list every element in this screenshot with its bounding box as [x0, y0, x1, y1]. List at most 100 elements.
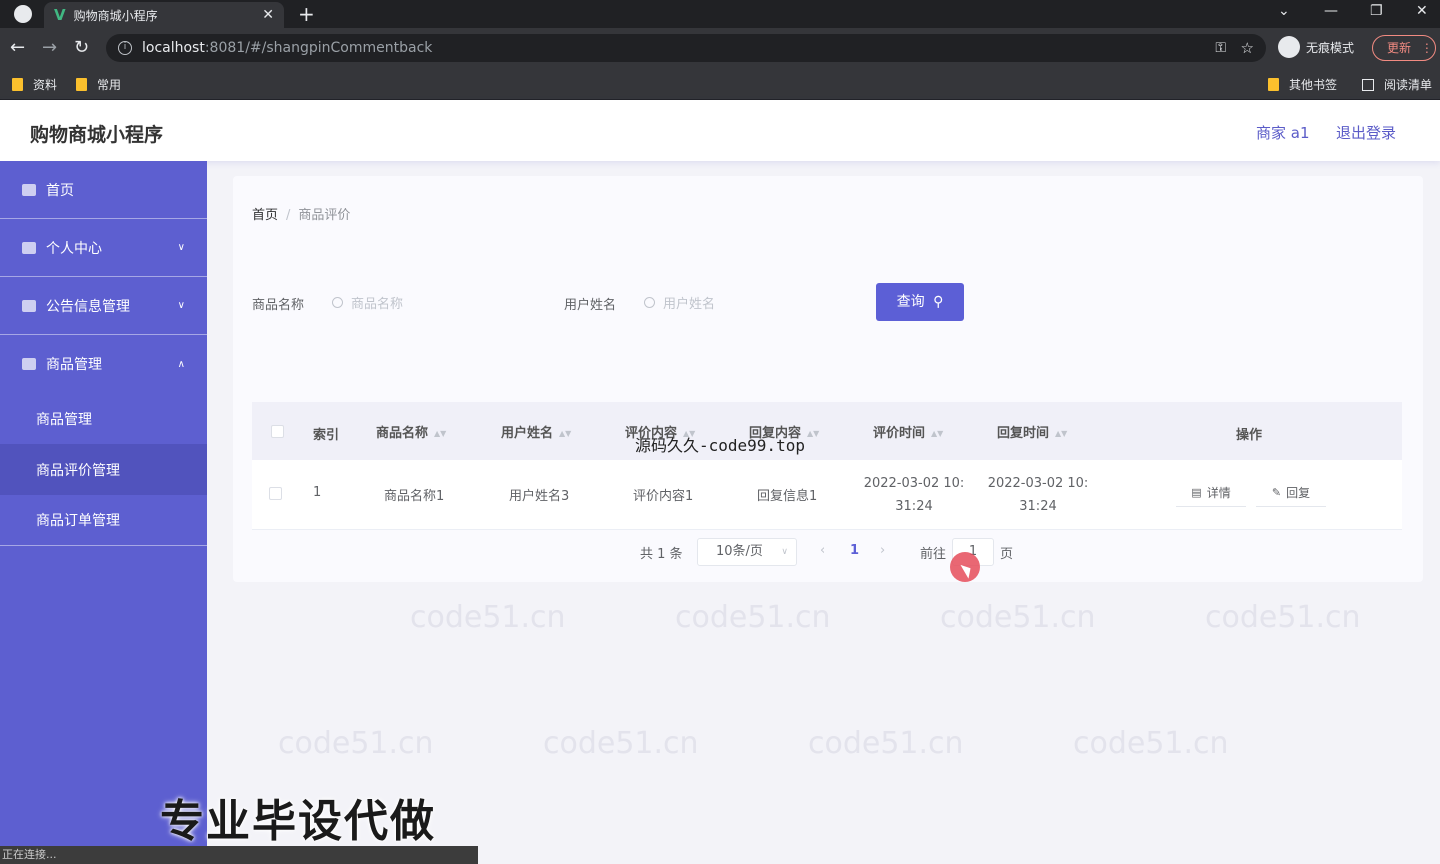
restore-icon[interactable]: ❐ [1370, 3, 1383, 19]
bookmark-label: 常用 [97, 78, 122, 92]
incognito-icon [1278, 36, 1300, 58]
prev-page-button[interactable]: ‹ [820, 543, 825, 558]
reload-icon[interactable]: ↻ [74, 37, 89, 58]
breadcrumb-current: 商品评价 [298, 208, 351, 223]
sidebar-item-notice[interactable]: 公告信息管理 ∨ [0, 277, 207, 335]
sort-icon: ▲▼ [931, 429, 944, 438]
bookmarks-bar: 资料 常用 其他书签 阅读清单 [0, 68, 1440, 100]
watermark: code51.cn [278, 726, 434, 761]
page-number-1[interactable]: 1 [850, 543, 859, 558]
incognito-indicator[interactable]: 无痕模式 [1278, 36, 1354, 58]
document-icon: ▤ [1191, 486, 1202, 499]
bookmark-star-icon[interactable]: ☆ [1241, 39, 1254, 57]
time-line: 2022-03-02 10: [863, 476, 965, 491]
breadcrumb: 首页 / 商品评价 [252, 204, 350, 223]
forward-icon[interactable]: → [42, 37, 57, 58]
menu-dots-icon: ⋮ [1420, 41, 1433, 55]
product-name-input[interactable]: 商品名称 [332, 290, 532, 314]
address-bar: ← → ↻ i localhost :8081/#/shangpinCommen… [0, 28, 1440, 68]
sidebar-subitem-comment-manage[interactable]: 商品评价管理 [0, 444, 207, 495]
sidebar-item-label: 公告信息管理 [46, 298, 130, 315]
sidebar: 首页 个人中心 ∨ 公告信息管理 ∨ 商品管理 ∧ 商品管理 商品评价管理 商品… [0, 161, 207, 864]
bookmark-folder-常用[interactable]: 常用 [76, 76, 121, 93]
col-reply-time[interactable]: 回复时间 ▲▼ [997, 422, 1067, 441]
browser-icon [14, 5, 32, 23]
sort-icon: ▲▼ [1055, 429, 1068, 438]
time-line: 31:24 [1019, 499, 1057, 514]
sidebar-item-label: 首页 [46, 182, 74, 199]
bookmark-other[interactable]: 其他书签 [1268, 76, 1337, 93]
page-unit-label: 页 [1000, 547, 1014, 562]
watermark: code51.cn [410, 600, 566, 635]
list-icon [22, 358, 36, 370]
user-name-placeholder: 用户姓名 [663, 296, 716, 312]
row-checkbox[interactable] [269, 487, 282, 500]
product-name-label: 商品名称 [252, 298, 305, 313]
page-size-select[interactable]: 10条/页 ∨ [697, 538, 797, 566]
logout-link[interactable]: 退出登录 [1336, 122, 1396, 143]
cell-comment: 评价内容1 [633, 489, 694, 504]
next-page-button[interactable]: › [880, 543, 885, 558]
browser-tab[interactable]: V 购物商城小程序 ✕ [44, 2, 284, 28]
detail-button[interactable]: ▤ 详情 [1176, 479, 1246, 507]
incognito-label: 无痕模式 [1306, 40, 1355, 55]
edit-icon: ✎ [1271, 486, 1282, 499]
url-path: :8081/#/shangpinCommentback [204, 40, 433, 56]
chevron-down-icon: ∨ [177, 300, 185, 311]
bookmark-label: 阅读清单 [1384, 78, 1433, 92]
folder-icon [12, 78, 23, 91]
update-label: 更新 [1387, 41, 1412, 55]
bookmark-folder-资料[interactable]: 资料 [12, 76, 57, 93]
site-info-icon[interactable]: i [118, 41, 132, 55]
sort-icon: ▲▼ [434, 429, 447, 438]
reading-list[interactable]: 阅读清单 [1362, 76, 1432, 93]
pagination-total: 共 1 条 [640, 547, 683, 562]
watermark: code51.cn [1205, 600, 1361, 635]
user-name-input[interactable]: 用户姓名 [644, 290, 844, 314]
url-input[interactable]: i localhost :8081/#/shangpinCommentback … [106, 34, 1266, 62]
search-icon [644, 296, 655, 308]
sidebar-subitem-order-manage[interactable]: 商品订单管理 [0, 495, 207, 546]
back-icon[interactable]: ← [10, 37, 25, 58]
chevron-down-icon: ∨ [177, 242, 185, 253]
col-label: 评价时间 [873, 426, 926, 441]
sidebar-subitem-product-manage[interactable]: 商品管理 [0, 393, 207, 444]
sort-icon: ▲▼ [559, 429, 572, 438]
col-comment-time[interactable]: 评价时间 ▲▼ [873, 422, 943, 441]
update-button[interactable]: 更新 ⋮ [1372, 35, 1436, 61]
reading-list-icon [1362, 78, 1374, 91]
tab-search-icon[interactable]: ⌄ [1278, 3, 1290, 19]
col-actions: 操作 [1236, 428, 1263, 443]
watermark: code51.cn [808, 726, 964, 761]
sidebar-item-products[interactable]: 商品管理 ∧ [0, 335, 207, 393]
reply-button[interactable]: ✎ 回复 [1256, 479, 1326, 507]
breadcrumb-home[interactable]: 首页 [252, 208, 278, 223]
url-host: localhost [142, 40, 205, 56]
cell-reply-time: 2022-03-02 10: 31:24 [980, 472, 1096, 518]
col-user-name[interactable]: 用户姓名 ▲▼ [501, 422, 571, 441]
sidebar-item-home[interactable]: 首页 [0, 161, 207, 219]
close-window-icon[interactable]: ✕ [1416, 3, 1428, 19]
select-all-checkbox[interactable] [271, 425, 284, 438]
col-index: 索引 [313, 428, 340, 443]
bookmark-label: 其他书签 [1289, 78, 1338, 92]
cell-comment-time: 2022-03-02 10: 31:24 [856, 472, 972, 518]
vue-logo-icon: V [54, 6, 66, 24]
close-tab-icon[interactable]: ✕ [262, 7, 274, 23]
col-product-name[interactable]: 商品名称 ▲▼ [376, 422, 446, 441]
sidebar-item-personal[interactable]: 个人中心 ∨ [0, 219, 207, 277]
folder-icon [1268, 78, 1279, 91]
app-brand: 购物商城小程序 [30, 124, 164, 146]
password-key-icon[interactable]: ⚿ [1215, 40, 1226, 56]
cell-reply: 回复信息1 [757, 489, 818, 504]
col-label: 回复时间 [997, 426, 1050, 441]
minimize-icon[interactable]: — [1324, 3, 1338, 19]
cell-product: 商品名称1 [384, 489, 445, 504]
new-tab-icon[interactable]: + [298, 2, 315, 26]
user-name-label: 用户姓名 [564, 298, 617, 313]
query-button[interactable]: 查询 ⚲ [876, 283, 964, 321]
bookmark-label: 资料 [33, 78, 58, 92]
goto-label: 前往 [920, 547, 947, 562]
time-line: 31:24 [895, 499, 933, 514]
chevron-down-icon: ∨ [781, 547, 788, 557]
